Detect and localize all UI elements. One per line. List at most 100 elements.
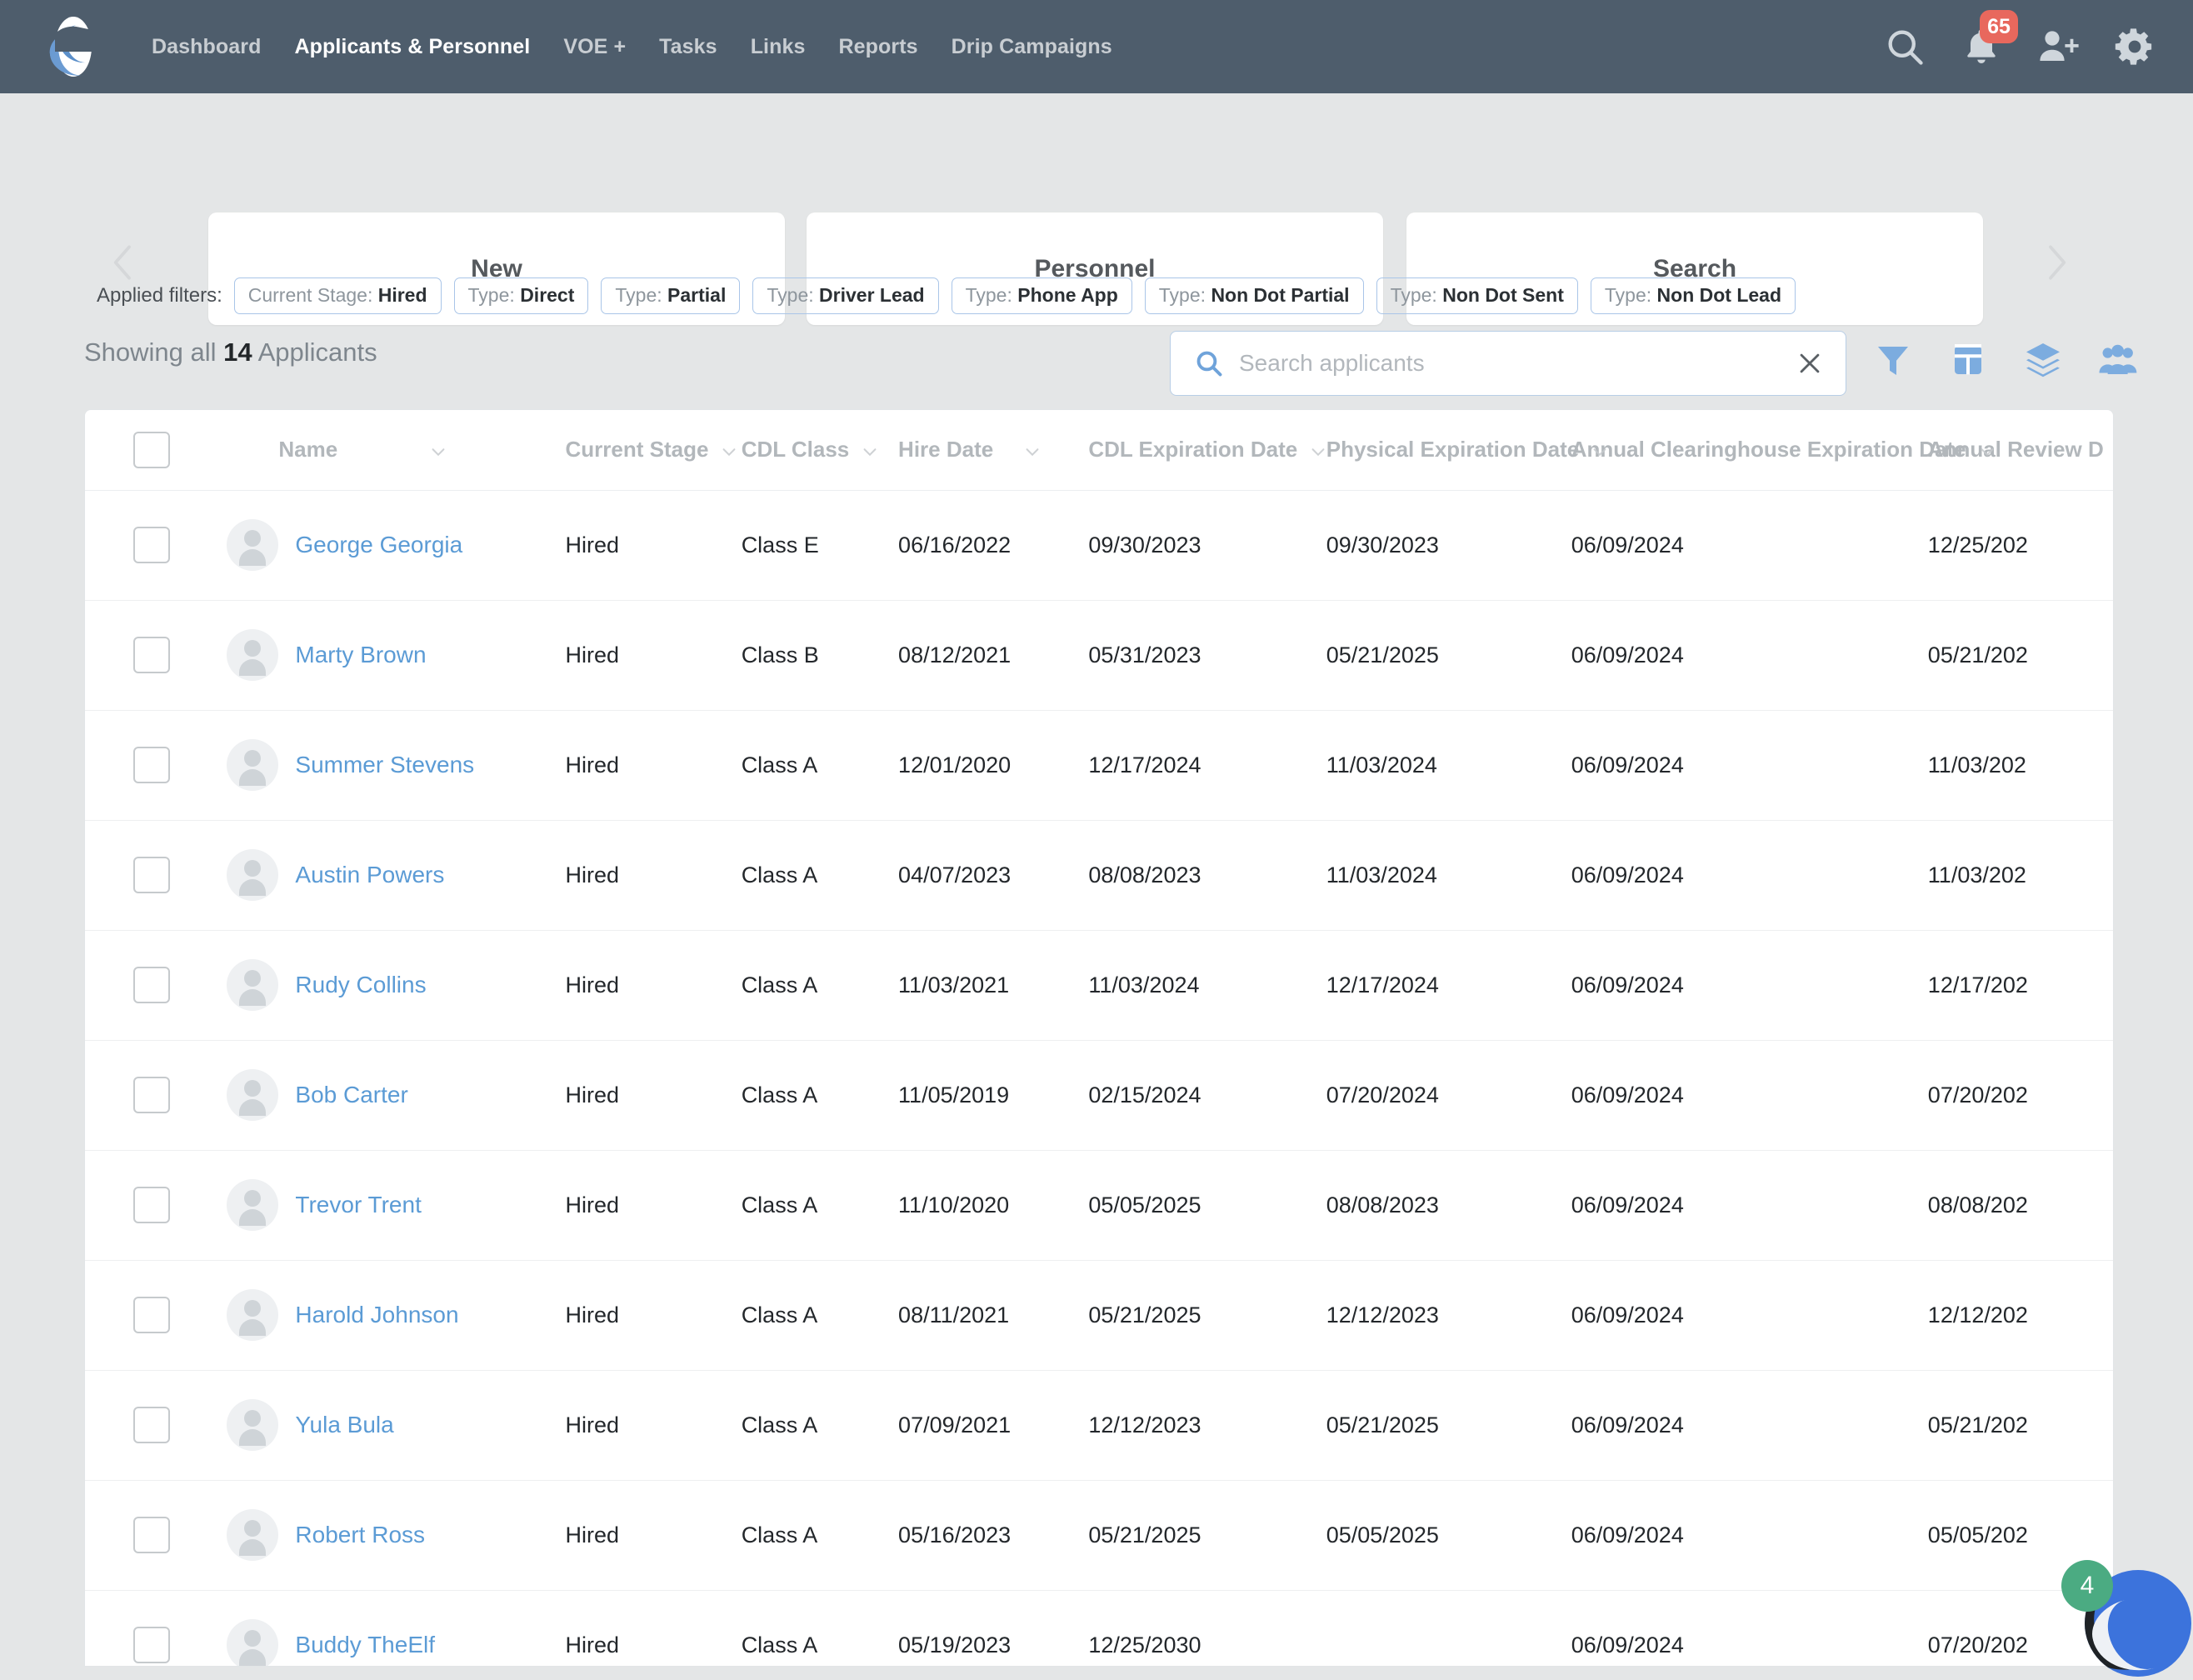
notifications-bell-icon[interactable]: 65	[1960, 10, 2018, 68]
nav-link-drip-campaigns[interactable]: Drip Campaigns	[935, 35, 1129, 59]
chevron-down-icon	[1978, 441, 1996, 459]
table-row[interactable]: Buddy TheElf Hired Class A 05/19/2023 12…	[85, 1590, 2113, 1666]
nav-link-tasks[interactable]: Tasks	[642, 35, 734, 59]
cell-name: Marty Brown	[208, 600, 566, 711]
search-icon[interactable]	[1883, 25, 1926, 68]
row-checkbox[interactable]	[133, 1187, 170, 1223]
table-row[interactable]: Yula Bula Hired Class A 07/09/2021 12/12…	[85, 1370, 2113, 1481]
filter-chip-value: Phone App	[1017, 284, 1118, 306]
filter-chip-current-stage-hired[interactable]: Current Stage: Hired	[233, 278, 442, 314]
cell-physical-expiration-date: 12/17/2024	[1326, 930, 1571, 1041]
search-input[interactable]	[1239, 350, 1796, 377]
row-checkbox[interactable]	[133, 747, 170, 783]
row-checkbox[interactable]	[133, 1407, 170, 1443]
filter-chip-type-driver-lead[interactable]: Type: Driver Lead	[752, 278, 939, 314]
row-checkbox[interactable]	[133, 1297, 170, 1333]
avatar	[227, 1399, 279, 1451]
applicant-name-link[interactable]: Harold Johnson	[295, 1302, 458, 1328]
table-grid-icon[interactable]	[1948, 340, 1988, 380]
cell-hire-date: 08/12/2021	[898, 600, 1089, 711]
nav-link-applicants-personnel[interactable]: Applicants & Personnel	[277, 35, 547, 59]
close-x-icon[interactable]	[1796, 349, 1824, 378]
column-header-cdl-expiration-date[interactable]: CDL Expiration Date	[1088, 410, 1326, 491]
cell-physical-expiration-date: 08/08/2023	[1326, 1150, 1571, 1261]
showing-suffix: Applicants	[257, 338, 377, 367]
avatar	[227, 1179, 279, 1231]
cell-name: Yula Bula	[208, 1370, 566, 1481]
row-checkbox[interactable]	[133, 637, 170, 673]
applicants-table: Name Current Stage CDL Class Hire Date C…	[84, 409, 2114, 1667]
people-group-icon[interactable]	[2098, 340, 2138, 380]
filter-chip-value: Partial	[667, 284, 727, 306]
row-checkbox[interactable]	[133, 527, 170, 563]
cell-clearinghouse-expiration-date: 06/09/2024	[1571, 1590, 1928, 1666]
cell-annual-review-date: 11/03/202	[1927, 710, 2113, 821]
applicant-name-link[interactable]: Bob Carter	[295, 1082, 407, 1108]
row-checkbox[interactable]	[133, 1627, 170, 1663]
row-select-cell	[85, 1590, 209, 1666]
select-all-checkbox[interactable]	[133, 431, 170, 468]
nav-link-voe[interactable]: VOE +	[547, 35, 642, 59]
column-header-hire-date[interactable]: Hire Date	[898, 410, 1089, 491]
applicant-name-link[interactable]: Robert Ross	[295, 1522, 425, 1548]
applicant-name-link[interactable]: Summer Stevens	[295, 752, 474, 778]
cell-physical-expiration-date: 07/20/2024	[1326, 1040, 1571, 1151]
row-select-cell	[85, 710, 209, 821]
column-header-cdl-class[interactable]: CDL Class	[741, 410, 899, 491]
table-row[interactable]: Summer Stevens Hired Class A 12/01/2020 …	[85, 710, 2113, 821]
row-checkbox[interactable]	[133, 1077, 170, 1113]
filter-chip-type-phone-app[interactable]: Type: Phone App	[951, 278, 1132, 314]
nav-link-links[interactable]: Links	[734, 35, 822, 59]
search-applicants-box[interactable]	[1170, 331, 1846, 396]
avatar	[227, 1069, 279, 1121]
cell-hire-date: 11/10/2020	[898, 1150, 1089, 1261]
table-row[interactable]: Austin Powers Hired Class A 04/07/2023 0…	[85, 820, 2113, 931]
settings-gear-icon[interactable]	[2113, 25, 2156, 68]
row-checkbox[interactable]	[133, 967, 170, 1003]
cell-current-stage: Hired	[565, 1040, 742, 1151]
nav-link-dashboard[interactable]: Dashboard	[135, 35, 277, 59]
column-header-annual-clearinghouse-expiration-date[interactable]: Annual Clearinghouse Expiration Date	[1571, 410, 1993, 491]
cell-annual-review-date: 05/21/202	[1927, 600, 2113, 711]
search-icon	[1194, 348, 1224, 378]
row-checkbox[interactable]	[133, 1517, 170, 1553]
column-label: CDL Expiration Date	[1088, 437, 1298, 462]
column-label: Physical Expiration Date	[1326, 437, 1580, 462]
cell-hire-date: 06/16/2022	[898, 490, 1089, 601]
table-row[interactable]: Marty Brown Hired Class B 08/12/2021 05/…	[85, 600, 2113, 711]
row-select-cell	[85, 1040, 209, 1151]
column-header-physical-expiration-date[interactable]: Physical Expiration Date	[1326, 410, 1606, 491]
filter-chip-type-non-dot-sent[interactable]: Type: Non Dot Sent	[1376, 278, 1578, 314]
applicant-name-link[interactable]: Yula Bula	[295, 1412, 393, 1438]
table-row[interactable]: Rudy Collins Hired Class A 11/03/2021 11…	[85, 930, 2113, 1041]
layers-stack-icon[interactable]	[2023, 340, 2063, 380]
applicant-name-link[interactable]: Austin Powers	[295, 862, 444, 888]
table-row[interactable]: Harold Johnson Hired Class A 08/11/2021 …	[85, 1260, 2113, 1371]
chevron-down-icon	[1591, 441, 1609, 459]
table-row[interactable]: Trevor Trent Hired Class A 11/10/2020 05…	[85, 1150, 2113, 1261]
applicant-name-link[interactable]: Marty Brown	[295, 642, 426, 668]
column-label: Annual Review D	[1927, 437, 2104, 462]
applicant-name-link[interactable]: Trevor Trent	[295, 1192, 421, 1218]
cell-annual-review-date: 07/20/202	[1927, 1040, 2113, 1151]
table-row[interactable]: Bob Carter Hired Class A 11/05/2019 02/1…	[85, 1040, 2113, 1151]
nav-link-reports[interactable]: Reports	[822, 35, 934, 59]
applicant-name-link[interactable]: Rudy Collins	[295, 972, 426, 998]
chat-launcher[interactable]: 4	[2061, 1560, 2193, 1680]
row-checkbox[interactable]	[133, 857, 170, 893]
add-user-icon[interactable]	[2036, 25, 2080, 68]
table-row[interactable]: Robert Ross Hired Class A 05/16/2023 05/…	[85, 1480, 2113, 1591]
filter-funnel-icon[interactable]	[1873, 340, 1913, 380]
filter-chip-key: Type:	[1604, 284, 1652, 306]
column-header-current-stage[interactable]: Current Stage	[565, 410, 742, 491]
company-logo-icon[interactable]	[47, 17, 100, 80]
applicant-name-link[interactable]: George Georgia	[295, 532, 462, 558]
filter-chip-type-non-dot-partial[interactable]: Type: Non Dot Partial	[1144, 278, 1364, 314]
filter-chip-type-direct[interactable]: Type: Direct	[453, 278, 589, 314]
filter-chip-type-partial[interactable]: Type: Partial	[601, 278, 741, 314]
filter-chip-type-non-dot-lead[interactable]: Type: Non Dot Lead	[1590, 278, 1796, 314]
applicant-name-link[interactable]: Buddy TheElf	[295, 1632, 435, 1658]
column-header-name[interactable]: Name	[208, 410, 566, 491]
table-row[interactable]: George Georgia Hired Class E 06/16/2022 …	[85, 490, 2113, 601]
column-header-annual-review-date[interactable]: Annual Review D	[1927, 410, 2113, 491]
